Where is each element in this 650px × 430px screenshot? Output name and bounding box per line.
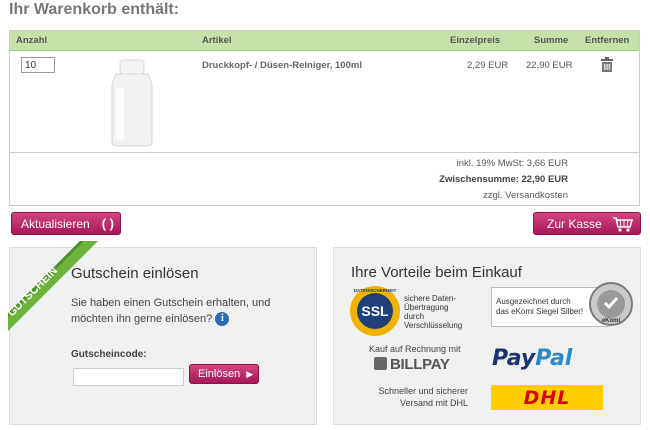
product-unit-price: 2,29 EUR xyxy=(467,60,509,71)
checkout-label: Zur Kasse xyxy=(547,216,602,231)
ssl-ring-text: DATENSICHERHEIT xyxy=(354,288,397,293)
billpay-logo-text: BILLPAY xyxy=(390,356,450,373)
benefits-panel: Ihre Vorteile beim Einkauf SSL DATENSICH… xyxy=(333,247,641,425)
subtotal-line: Zwischensumme: 22,90 EUR xyxy=(439,174,568,185)
checkout-button[interactable]: Zur Kasse xyxy=(533,212,641,235)
header-sum: Summe xyxy=(534,35,569,46)
header-article: Artikel xyxy=(202,35,232,46)
dhl-label: Schneller und sicherer Versand mit DHL xyxy=(378,386,468,408)
info-icon[interactable]: i xyxy=(215,312,230,327)
page-title: Ihr Warenkorb enthält: xyxy=(9,1,180,18)
voucher-code-label: Gutscheincode: xyxy=(71,349,147,360)
voucher-text: Sie haben einen Gutschein erhalten, und … xyxy=(71,297,271,325)
billpay-label: Kauf auf Rechnung mit xyxy=(369,344,461,354)
header-unit-price: Einzelpreis xyxy=(450,35,501,46)
trash-icon[interactable] xyxy=(599,56,615,73)
cart-header-row: Anzahl Artikel Einzelpreis Summe Entfern… xyxy=(10,31,639,51)
cart-table: Anzahl Artikel Einzelpreis Summe Entfern… xyxy=(9,30,640,206)
ekomi-seal-icon: eKomi xyxy=(589,282,633,326)
paypal-logo-part1: Pay xyxy=(492,346,536,371)
benefits-title: Ihre Vorteile beim Einkauf xyxy=(351,264,522,281)
refresh-icon: ( ) xyxy=(101,216,114,231)
redeem-button[interactable]: Einlösen ▶ xyxy=(189,364,259,384)
arrow-right-icon: ▶ xyxy=(246,368,254,379)
voucher-ribbon-text: GUTSCHEIN xyxy=(8,265,60,319)
paypal-logo: PayPal xyxy=(492,346,572,371)
voucher-title: Gutschein einlösen xyxy=(71,265,199,282)
redeem-label: Einlösen xyxy=(198,368,241,380)
voucher-code-input[interactable] xyxy=(73,368,184,386)
ekomi-description: Ausgezeichnet durch das eKomi Siegel Sil… xyxy=(496,297,584,316)
dhl-logo: DHL xyxy=(491,385,603,410)
ekomi-seal-text: eKomi xyxy=(602,318,621,324)
update-label: Aktualisieren xyxy=(21,216,90,231)
shopping-cart-icon xyxy=(612,216,633,232)
paypal-logo-part2: Pal xyxy=(535,346,573,371)
header-quantity: Anzahl xyxy=(16,35,48,46)
product-name[interactable]: Druckkopf- / Düsen-Reiniger, 100ml xyxy=(202,60,362,71)
tax-line: inkl. 19% MwSt: 3,66 EUR xyxy=(456,158,568,169)
product-sum: 22,90 EUR xyxy=(526,60,573,71)
shipping-link[interactable]: zzgl. Versandkosten xyxy=(483,190,568,201)
quantity-input[interactable] xyxy=(21,57,55,73)
header-remove: Entfernen xyxy=(585,35,630,46)
voucher-panel: GUTSCHEIN Gutschein einlösen Sie haben e… xyxy=(8,241,317,425)
dhl-logo-text: DHL xyxy=(523,386,571,409)
product-image xyxy=(86,56,180,148)
totals-divider xyxy=(10,152,639,153)
ssl-seal-icon: SSL DATENSICHERHEIT xyxy=(350,286,400,336)
billpay-logo: BILLPAY xyxy=(374,356,450,373)
update-button[interactable]: Aktualisieren ( ) xyxy=(11,212,121,235)
ssl-badge-text: SSL xyxy=(361,303,389,319)
billpay-icon xyxy=(374,357,387,370)
voucher-description: Sie haben einen Gutschein erhalten, und … xyxy=(71,295,291,327)
ssl-description: sichere Daten-Übertragung durch Verschlü… xyxy=(404,294,463,330)
